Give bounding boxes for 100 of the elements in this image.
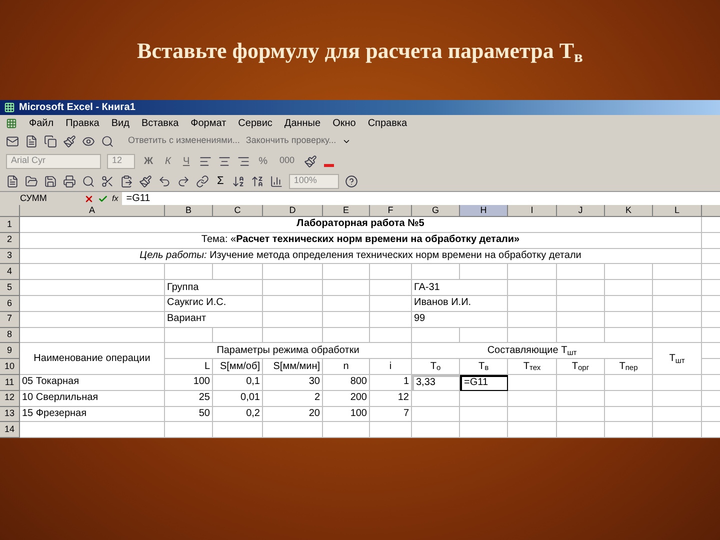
sort-descending-icon[interactable]	[250, 174, 264, 188]
table-cell: Группа	[165, 280, 263, 296]
search-icon[interactable]	[82, 174, 95, 188]
menu-item[interactable]: Файл	[29, 116, 54, 130]
cancel-icon[interactable]	[84, 194, 94, 204]
link-icon[interactable]	[196, 174, 209, 188]
column-header[interactable]: F	[370, 205, 412, 217]
menu-item[interactable]: Правка	[66, 116, 100, 130]
row-header[interactable]: 9	[0, 343, 20, 360]
mail-icon[interactable]	[6, 134, 19, 148]
row-header[interactable]: 1	[0, 217, 20, 233]
corner-cell[interactable]	[0, 205, 20, 217]
align-center-icon[interactable]	[218, 154, 231, 168]
name-box[interactable]: СУММ	[0, 192, 80, 205]
table-cell	[165, 328, 213, 344]
table-cell: 15 Фрезерная	[20, 406, 165, 422]
scissors-icon[interactable]	[101, 174, 114, 188]
underline-button[interactable]: Ч	[180, 154, 193, 168]
redo-icon[interactable]	[177, 174, 190, 188]
undo-icon[interactable]	[158, 174, 171, 188]
menu-item[interactable]: Формат	[190, 116, 226, 130]
table-cell: n	[323, 359, 370, 375]
column-header[interactable]: E	[323, 205, 370, 217]
table-cell	[605, 390, 653, 407]
table-cell	[213, 422, 263, 438]
table-cell: Саукгис И.С.	[165, 296, 263, 312]
row-header[interactable]: 2	[0, 232, 20, 249]
chart-icon[interactable]	[270, 174, 283, 188]
table-cell	[263, 328, 323, 344]
table-cell: 0,1	[213, 374, 263, 391]
row-header[interactable]: 5	[0, 280, 20, 296]
table-cell	[557, 406, 605, 422]
folder-icon[interactable]	[25, 174, 38, 188]
column-header[interactable]: B	[165, 205, 213, 217]
table-cell	[557, 374, 605, 391]
menu-item[interactable]: Вид	[111, 116, 130, 130]
row-header[interactable]: 13	[0, 406, 20, 422]
table-cell	[263, 422, 323, 438]
new-file-icon[interactable]	[6, 174, 19, 188]
column-header[interactable]: J	[557, 205, 605, 217]
row-header[interactable]: 14	[0, 422, 20, 438]
column-header[interactable]: G	[412, 205, 460, 217]
table-cell	[370, 264, 412, 280]
row-header[interactable]: 3	[0, 248, 20, 264]
thousands-button[interactable]: 000	[276, 154, 298, 168]
formula-field[interactable]: =G11	[122, 191, 720, 206]
table-cell	[653, 390, 702, 407]
save-icon[interactable]	[44, 174, 57, 188]
column-header[interactable]: D	[263, 205, 323, 217]
enter-icon[interactable]	[98, 194, 108, 204]
window-title: Microsoft Excel - Книга1	[19, 101, 136, 115]
table-cell	[370, 296, 412, 312]
column-header[interactable]: C	[213, 205, 263, 217]
table-cell	[323, 296, 370, 312]
sort-ascending-icon[interactable]	[232, 174, 245, 188]
menu-item[interactable]: Вставка	[141, 116, 179, 130]
column-header[interactable]: K	[605, 205, 653, 217]
align-right-icon[interactable]	[236, 154, 250, 168]
table-cell	[653, 374, 702, 391]
column-header[interactable]: A	[20, 205, 165, 217]
row-header[interactable]: 11	[0, 374, 20, 391]
eye-icon[interactable]	[82, 134, 95, 148]
column-header[interactable]: L	[653, 205, 702, 217]
column-header[interactable]: I	[508, 205, 557, 217]
percent-button[interactable]: %	[256, 154, 271, 168]
table-cell: ГА-31	[412, 280, 508, 296]
menu-item[interactable]: Окно	[332, 116, 356, 130]
table-cell	[508, 280, 557, 296]
bold-button[interactable]: Ж	[141, 154, 156, 168]
reply-changes-button[interactable]: Ответить с изменениями...	[128, 134, 240, 148]
table-cell: Т$_{орг}$	[557, 359, 605, 375]
cell-editor[interactable]: =G11	[460, 374, 508, 391]
help-icon[interactable]	[344, 174, 358, 188]
printer-icon[interactable]	[63, 174, 76, 188]
row-header[interactable]: 12	[0, 390, 20, 407]
align-left-icon[interactable]	[198, 154, 212, 168]
table-cell	[653, 280, 702, 296]
menu-item[interactable]: Сервис	[238, 116, 272, 130]
brush-icon[interactable]	[139, 174, 152, 188]
row-header[interactable]: 10	[0, 359, 20, 375]
row-header[interactable]: 6	[0, 296, 20, 312]
brush-icon[interactable]	[63, 134, 76, 148]
table-cell: Т$_{в}$	[460, 359, 508, 375]
copy-icon[interactable]	[44, 134, 57, 148]
row-header[interactable]: 8	[0, 328, 20, 344]
fill-color-icon[interactable]	[304, 154, 317, 168]
menu-item[interactable]: Данные	[284, 116, 321, 130]
row-header[interactable]: 7	[0, 312, 20, 328]
search-icon[interactable]	[101, 134, 114, 148]
end-review-button[interactable]: Закончить проверку...	[246, 134, 336, 148]
row-header[interactable]: 4	[0, 264, 20, 280]
table-cell: 1	[370, 374, 412, 391]
autosum-button[interactable]: Σ	[215, 172, 226, 190]
paste-icon[interactable]	[120, 174, 133, 188]
table-cell: S[мм/об]	[213, 359, 263, 375]
column-header[interactable]: H	[460, 205, 508, 217]
italic-button[interactable]: К	[162, 154, 174, 168]
table-cell	[323, 312, 370, 328]
menu-item[interactable]: Справка	[368, 116, 408, 130]
insert-function-button[interactable]: fx	[112, 194, 118, 202]
